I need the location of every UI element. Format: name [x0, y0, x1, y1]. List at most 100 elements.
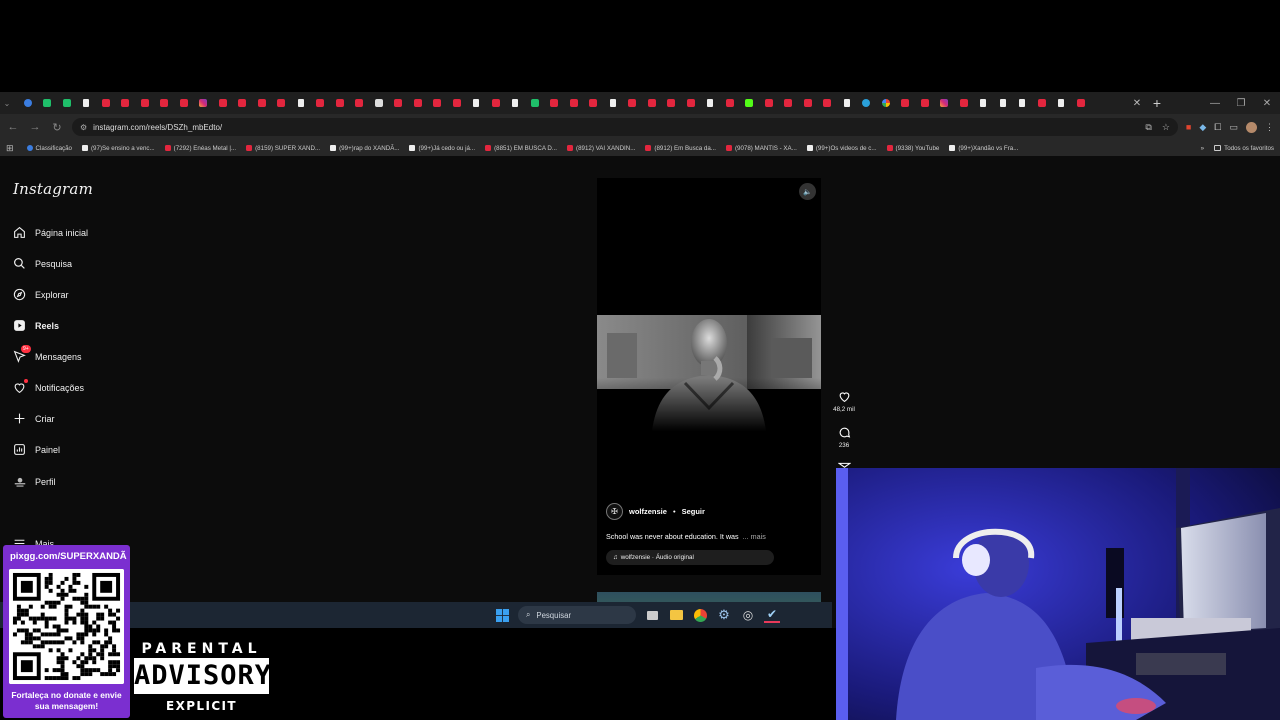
browser-tab[interactable]: [194, 92, 214, 114]
file-explorer-icon[interactable]: [668, 607, 684, 623]
author-username[interactable]: wolfzensie: [629, 507, 667, 516]
all-bookmarks-folder[interactable]: Todos os favoritos: [1214, 145, 1274, 152]
browser-tab[interactable]: [506, 92, 526, 114]
browser-tab[interactable]: [77, 92, 97, 114]
browser-tab[interactable]: [974, 92, 994, 114]
bookmark-item[interactable]: Classificação: [22, 145, 77, 152]
browser-tab[interactable]: [681, 92, 701, 114]
bookmark-item[interactable]: (99+)Xandão vs Fra...: [944, 145, 1023, 152]
follow-button[interactable]: Seguir: [682, 507, 705, 516]
more-bookmarks-icon[interactable]: »: [1201, 145, 1204, 152]
browser-tab[interactable]: [272, 92, 292, 114]
browser-tab[interactable]: [837, 92, 857, 114]
bookmark-star-icon[interactable]: ☆: [1162, 122, 1170, 133]
chrome-icon[interactable]: [692, 607, 708, 623]
nav-messages[interactable]: 9+ Mensagens: [12, 345, 82, 364]
instagram-logo[interactable]: Instagram: [13, 180, 93, 198]
browser-menu-icon[interactable]: ⋮: [1265, 122, 1274, 133]
minimize-icon[interactable]: —: [1202, 98, 1228, 109]
browser-tab[interactable]: [135, 92, 155, 114]
bookmark-item[interactable]: (8851) EM BUSCA D...: [480, 145, 562, 152]
browser-tab[interactable]: [798, 92, 818, 114]
nav-reels[interactable]: Reels: [12, 318, 59, 333]
browser-tab[interactable]: [642, 92, 662, 114]
site-info-icon[interactable]: ⚙: [80, 123, 87, 132]
browser-tab[interactable]: [428, 92, 448, 114]
browser-tab[interactable]: [1032, 92, 1052, 114]
browser-tab[interactable]: [720, 92, 740, 114]
comment-bubble-icon[interactable]: [838, 426, 851, 439]
browser-tab[interactable]: [38, 92, 58, 114]
browser-tab[interactable]: [330, 92, 350, 114]
audio-pill[interactable]: ♫ wolfzensie · Áudio original: [606, 550, 774, 565]
windows-start-icon[interactable]: [494, 607, 510, 623]
restore-icon[interactable]: ❐: [1228, 98, 1254, 109]
forward-icon[interactable]: →: [28, 121, 42, 133]
extension-icon[interactable]: ■: [1186, 122, 1191, 132]
browser-tab[interactable]: [116, 92, 136, 114]
nav-search[interactable]: Pesquisa: [12, 256, 72, 271]
browser-tab[interactable]: [350, 92, 370, 114]
speaker-icon[interactable]: 🔈: [799, 183, 816, 200]
browser-tab[interactable]: [701, 92, 721, 114]
back-icon[interactable]: ←: [6, 121, 20, 133]
taskbar-search[interactable]: ⌕ Pesquisar: [518, 606, 636, 624]
reel-video[interactable]: 🔈 ✠ wolfzensie • Seguir School was never…: [597, 178, 821, 575]
author-avatar[interactable]: ✠: [606, 503, 623, 520]
bookmark-item[interactable]: (9338) YouTube: [882, 145, 945, 152]
close-window-icon[interactable]: ✕: [1254, 98, 1280, 109]
browser-tab[interactable]: [993, 92, 1013, 114]
browser-tab[interactable]: [896, 92, 916, 114]
browser-tab[interactable]: [57, 92, 77, 114]
browser-tab[interactable]: [486, 92, 506, 114]
extensions-puzzle-icon[interactable]: ⧠: [1214, 122, 1221, 133]
browser-tab[interactable]: [311, 92, 331, 114]
browser-tab[interactable]: [954, 92, 974, 114]
browser-tab[interactable]: [740, 92, 760, 114]
browser-tab[interactable]: [935, 92, 955, 114]
browser-tab[interactable]: [564, 92, 584, 114]
apps-grid-icon[interactable]: ⊞: [6, 143, 22, 154]
bookmark-item[interactable]: (97)Se ensino a venc...: [77, 145, 160, 152]
browser-tab[interactable]: [408, 92, 428, 114]
profile-avatar[interactable]: [1246, 121, 1257, 133]
bookmark-item[interactable]: (99+)Os videos de c...: [802, 145, 882, 152]
bookmark-item[interactable]: (8912) VAI XANDIN...: [562, 145, 640, 152]
browser-tab[interactable]: [857, 92, 877, 114]
install-app-icon[interactable]: ⧉: [1145, 122, 1151, 133]
like-action[interactable]: 48,2 mil: [832, 390, 856, 413]
nav-notifications[interactable]: Notificações: [12, 379, 84, 395]
caption-more-link[interactable]: ... mais: [743, 532, 766, 541]
reload-icon[interactable]: ↻: [50, 121, 64, 134]
extension-icon[interactable]: ◆: [1199, 122, 1206, 133]
browser-tab[interactable]: [252, 92, 272, 114]
bookmark-item[interactable]: (99+)rap do XANDÃ...: [325, 145, 404, 152]
browser-tab[interactable]: [291, 92, 311, 114]
new-tab-icon[interactable]: +: [1146, 95, 1168, 111]
nav-dashboard[interactable]: Painel: [12, 442, 60, 457]
browser-tab[interactable]: [759, 92, 779, 114]
nav-home[interactable]: Página inicial: [12, 225, 88, 240]
browser-tab[interactable]: [603, 92, 623, 114]
browser-tab[interactable]: [876, 92, 896, 114]
browser-tab[interactable]: [155, 92, 175, 114]
nav-create[interactable]: Criar: [12, 411, 55, 426]
browser-tab[interactable]: [174, 92, 194, 114]
comment-action[interactable]: 236: [832, 426, 856, 449]
browser-tab[interactable]: [467, 92, 487, 114]
task-view-icon[interactable]: [644, 607, 660, 623]
browser-tab[interactable]: [1013, 92, 1033, 114]
bookmark-item[interactable]: (99+)Já cedo ou já...: [404, 145, 480, 152]
bookmark-item[interactable]: (7292) Enéas Metal |...: [160, 145, 241, 152]
tab-search-icon[interactable]: ⌄: [0, 99, 14, 108]
bookmark-item[interactable]: (8159) SUPER XAND...: [241, 145, 325, 152]
browser-tab[interactable]: [623, 92, 643, 114]
like-heart-icon[interactable]: [838, 390, 851, 403]
browser-tab[interactable]: [233, 92, 253, 114]
browser-tab[interactable]: [96, 92, 116, 114]
browser-tab[interactable]: [662, 92, 682, 114]
browser-tab[interactable]: [447, 92, 467, 114]
browser-tab[interactable]: [369, 92, 389, 114]
bookmark-item[interactable]: (9078) MANTIS - XA...: [721, 145, 802, 152]
bookmark-item[interactable]: (8912) Em Busca da...: [640, 145, 721, 152]
